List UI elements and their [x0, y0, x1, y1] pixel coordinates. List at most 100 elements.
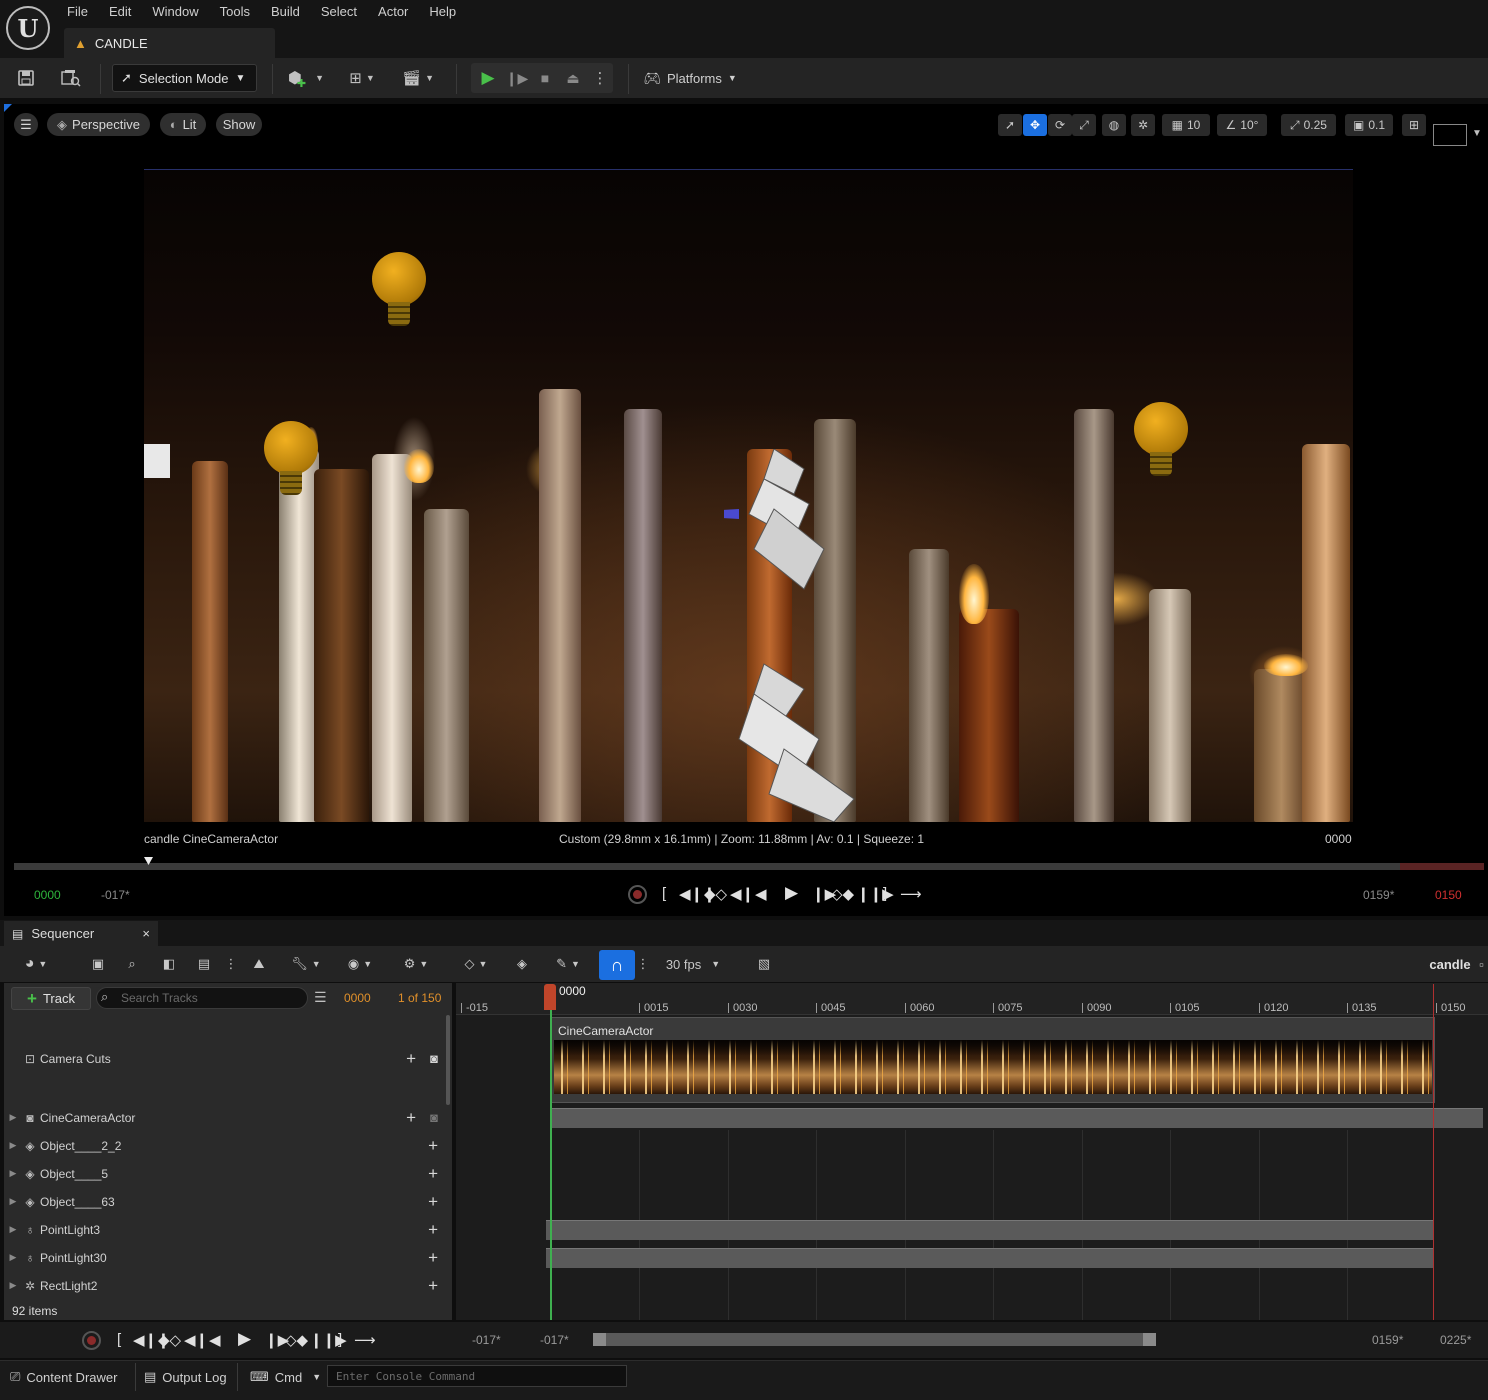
expand-caret-icon[interactable]: ▶	[6, 1112, 20, 1123]
camera-speed-button[interactable]: ▣ 0.1	[1345, 114, 1393, 136]
rotate-tool-icon[interactable]: ⟳	[1048, 114, 1072, 136]
track-row-camera-cuts[interactable]: ⊡ Camera Cuts + ◙	[6, 1045, 444, 1072]
jump-next-icon[interactable]: ❙❙▶	[857, 885, 894, 903]
jump-to-start-icon[interactable]: [	[117, 1331, 121, 1348]
step-back-icon[interactable]: ◀❙	[730, 885, 754, 903]
content-drawer-button[interactable]: ⎚ Content Drawer	[10, 1365, 117, 1389]
perspective-button[interactable]: ◈ Perspective	[47, 113, 150, 136]
auto-key-icon[interactable]: ◈	[510, 953, 534, 975]
viewport-menu-icon[interactable]: ☰	[14, 113, 38, 136]
grid-snap-button[interactable]: ▦ 10	[1162, 114, 1210, 136]
coordinate-space-icon[interactable]: ◍	[1102, 114, 1126, 136]
view-options-dropdown[interactable]: ◉ ▼	[340, 953, 380, 975]
viewport-timeline-scrubber[interactable]	[14, 863, 1484, 870]
pointlight3-section-bar[interactable]	[546, 1220, 1434, 1240]
play-icon[interactable]: ▶	[478, 65, 498, 91]
timeline-range-scrollbar[interactable]	[593, 1333, 1156, 1346]
expand-caret-icon[interactable]: ▶	[6, 1224, 20, 1235]
curve-editor-icon[interactable]: ▧	[752, 953, 776, 975]
selection-mode-dropdown[interactable]: ➚ Selection Mode ▼	[112, 64, 257, 92]
output-log-button[interactable]: ▤ Output Log	[144, 1365, 227, 1389]
track-row-object-63[interactable]: ▶ ◈ Object____63 +	[6, 1188, 444, 1215]
lit-button[interactable]: ◐ Lit	[160, 113, 206, 136]
add-track-button[interactable]: + Track	[11, 987, 91, 1010]
view-start-label[interactable]: -017*	[101, 888, 130, 902]
snap-magnet-button[interactable]: ∩	[599, 950, 635, 980]
lock-icon[interactable]: ▫	[1475, 953, 1488, 975]
working-range-end[interactable]: 0225*	[1440, 1333, 1471, 1347]
expand-caret-icon[interactable]: ▶	[6, 1196, 20, 1207]
step-frame-icon[interactable]: ❙▶	[506, 65, 529, 91]
end-frame-label[interactable]: 0150	[1435, 888, 1462, 902]
sequencer-playhead[interactable]	[544, 984, 556, 1010]
expand-caret-icon[interactable]: ▶	[6, 1168, 20, 1179]
add-subtrack-icon[interactable]: +	[428, 1220, 438, 1240]
add-subtrack-icon[interactable]: +	[428, 1164, 438, 1184]
cinematics-button[interactable]: 🎬︎ ▼	[398, 65, 438, 91]
menu-build[interactable]: Build	[270, 0, 310, 24]
record-button[interactable]	[82, 1331, 101, 1350]
track-row-object-5[interactable]: ▶ ◈ Object____5 +	[6, 1160, 444, 1187]
save-icon[interactable]: ▣	[88, 953, 108, 975]
play-forward-icon[interactable]: ▶	[238, 1329, 251, 1349]
menu-tools[interactable]: Tools	[219, 0, 260, 24]
add-subtrack-icon[interactable]: +	[428, 1136, 438, 1156]
show-button[interactable]: Show	[216, 113, 262, 136]
add-subtrack-icon[interactable]: +	[406, 1108, 416, 1128]
select-tool-icon[interactable]: ➚	[998, 114, 1022, 136]
pointlight30-section-bar[interactable]	[546, 1248, 1434, 1268]
track-row-pointlight30[interactable]: ▶ ♁ PointLight30 +	[6, 1244, 444, 1271]
content-browser-icon[interactable]	[58, 65, 84, 91]
search-tracks-input[interactable]	[96, 987, 308, 1009]
next-key-icon[interactable]: ◇◆	[285, 1331, 308, 1349]
working-range-start[interactable]: -017*	[540, 1333, 569, 1347]
camera-icon[interactable]: ◙	[430, 1110, 438, 1125]
jump-to-end-icon[interactable]: ]	[883, 885, 887, 902]
current-frame-field[interactable]: 0000	[344, 991, 371, 1005]
viewport-layout-icon[interactable]: ⊞	[1402, 114, 1426, 136]
tools-dropdown[interactable]: 🔧︎ ▼	[286, 953, 326, 975]
playback-options-dropdown[interactable]: ⚙ ▼	[396, 953, 436, 975]
eject-icon[interactable]: ⏏	[563, 65, 583, 91]
key-interpolation-dropdown[interactable]: ◇ ▼	[456, 953, 496, 975]
menu-select[interactable]: Select	[320, 0, 367, 24]
track-row-cinecameraactor[interactable]: ▶ ◙ CineCameraActor + ◙	[6, 1104, 444, 1131]
point-light-icon[interactable]	[372, 252, 426, 332]
sequencer-tab[interactable]: ▤ Sequencer ×	[4, 921, 158, 946]
step-back-icon[interactable]: ◀❙	[184, 1331, 208, 1349]
curve-icon[interactable]: ⛰	[247, 953, 271, 975]
close-icon[interactable]: ×	[142, 926, 150, 941]
view-range-end[interactable]: 0159*	[1372, 1333, 1403, 1347]
cmd-dropdown[interactable]: ⌨ Cmd ▼	[250, 1365, 321, 1389]
expand-caret-icon[interactable]: ▶	[6, 1252, 20, 1263]
next-key-icon[interactable]: ◇◆	[831, 885, 854, 903]
chevron-down-icon[interactable]: ▼	[1472, 128, 1482, 139]
scroll-handle-right[interactable]	[1143, 1333, 1156, 1346]
reverse-play-icon[interactable]: ◀	[209, 1331, 221, 1349]
add-subtrack-icon[interactable]: +	[428, 1192, 438, 1212]
rotation-snap-button[interactable]: ∠ 10°	[1217, 114, 1267, 136]
blueprint-button[interactable]: ⊞ ▼	[342, 65, 382, 91]
add-key-icon[interactable]: ◆◇	[704, 885, 727, 903]
jump-to-start-icon[interactable]: [	[662, 885, 666, 902]
loop-icon[interactable]: ⟶	[900, 885, 922, 903]
loop-icon[interactable]: ⟶	[354, 1331, 376, 1349]
surface-snap-icon[interactable]: ✲	[1131, 114, 1155, 136]
filter-icon[interactable]: ☰	[314, 989, 327, 1006]
jump-to-end-icon[interactable]: ]	[338, 1331, 342, 1348]
add-key-icon[interactable]: ◆◇	[158, 1331, 181, 1349]
play-forward-icon[interactable]: ▶	[785, 883, 798, 903]
save-icon[interactable]	[14, 65, 38, 91]
view-range-start[interactable]: -017*	[472, 1333, 501, 1347]
level-tab[interactable]: ▲ CANDLE	[64, 28, 275, 58]
view-end-label[interactable]: 0159*	[1363, 888, 1394, 902]
menu-actor[interactable]: Actor	[377, 0, 418, 24]
find-in-browser-icon[interactable]: ⌕	[120, 953, 144, 975]
menu-edit[interactable]: Edit	[108, 0, 141, 24]
unreal-logo-icon[interactable]: U	[6, 6, 50, 50]
render-movie-icon[interactable]: ◧	[157, 953, 181, 975]
menu-help[interactable]: Help	[428, 0, 466, 24]
point-light-icon[interactable]	[1134, 402, 1188, 482]
add-subtrack-icon[interactable]: +	[428, 1276, 438, 1296]
menu-window[interactable]: Window	[151, 0, 208, 24]
